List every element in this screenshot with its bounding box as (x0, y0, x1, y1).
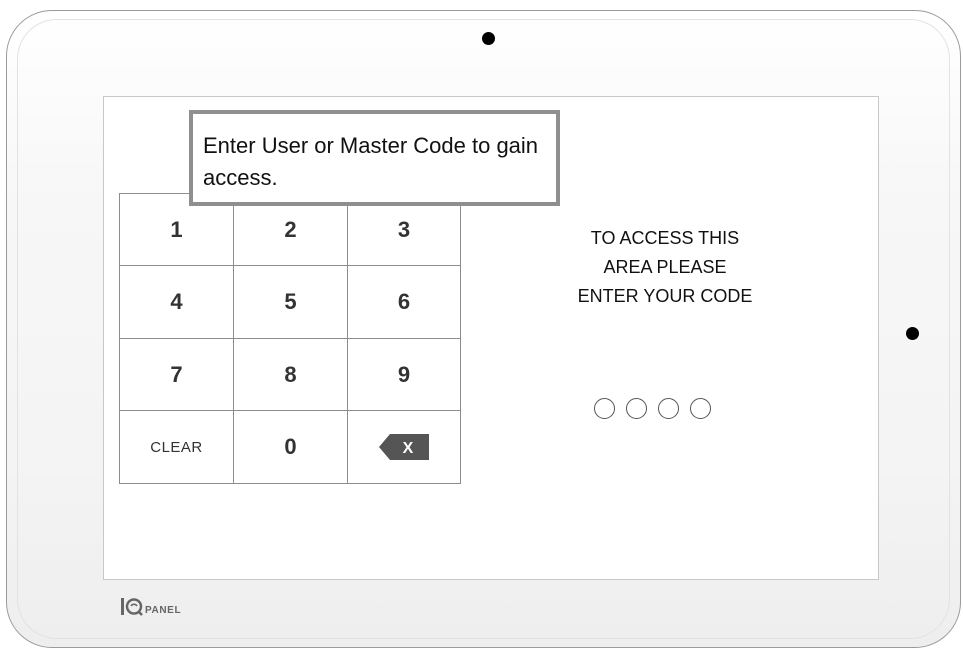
backspace-button[interactable]: X (348, 411, 460, 483)
logo-text: PANEL (145, 604, 182, 616)
code-dot (626, 398, 647, 419)
access-message: TO ACCESS THIS AREA PLEASE ENTER YOUR CO… (540, 224, 790, 311)
code-indicator (594, 398, 711, 419)
clear-button[interactable]: CLEAR (120, 411, 234, 483)
key-5[interactable]: 5 (234, 266, 348, 339)
keypad: 1 2 3 4 5 6 7 8 9 CLEAR 0 X (119, 193, 461, 484)
code-dot (690, 398, 711, 419)
backspace-icon: X (379, 434, 429, 460)
instruction-tooltip: Enter User or Master Code to gain access… (189, 110, 560, 206)
iq-logo-icon (121, 598, 143, 616)
key-0[interactable]: 0 (234, 411, 348, 483)
backspace-glyph: X (403, 440, 414, 457)
code-dot (594, 398, 615, 419)
side-camera-icon (906, 327, 919, 340)
iq-panel-logo: PANEL (121, 597, 181, 617)
tooltip-text: Enter User or Master Code to gain access… (203, 133, 539, 190)
message-line-2: AREA PLEASE (603, 257, 727, 277)
message-line-1: TO ACCESS THIS (590, 228, 740, 248)
top-camera-icon (482, 32, 495, 45)
key-8[interactable]: 8 (234, 339, 348, 411)
key-9[interactable]: 9 (348, 339, 460, 411)
key-4[interactable]: 4 (120, 266, 234, 339)
key-6[interactable]: 6 (348, 266, 460, 339)
key-7[interactable]: 7 (120, 339, 234, 411)
code-dot (658, 398, 679, 419)
message-line-3: ENTER YOUR CODE (577, 286, 753, 306)
